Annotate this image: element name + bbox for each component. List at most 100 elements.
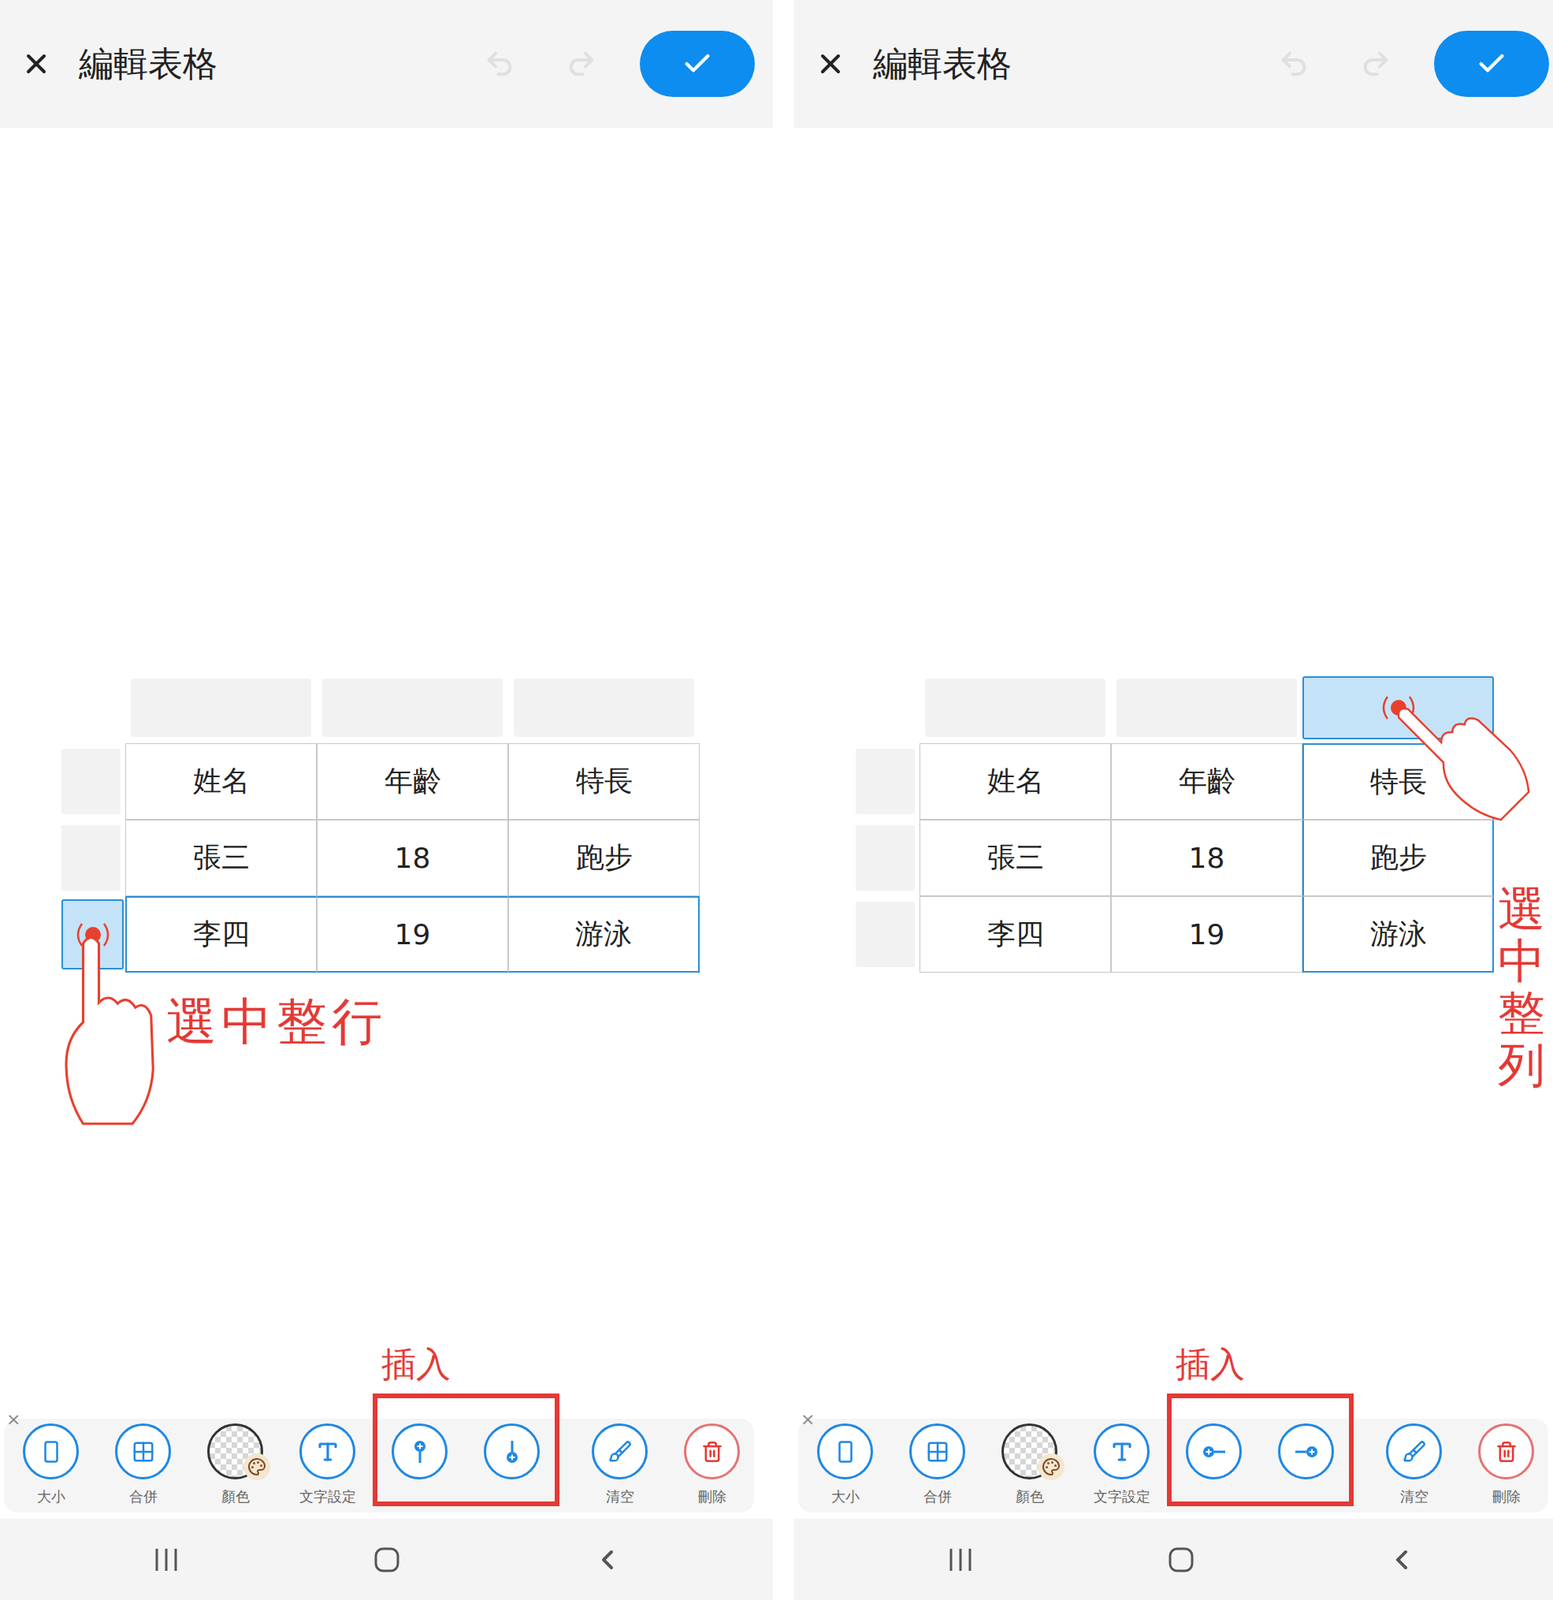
- clear-button[interactable]: 清空: [573, 1418, 666, 1506]
- table-cell[interactable]: 李四: [125, 895, 317, 973]
- tool-label: 刪除: [698, 1486, 727, 1506]
- row-handle[interactable]: [855, 748, 915, 814]
- tool-circle: [1001, 1422, 1058, 1479]
- merge-icon: [925, 1439, 950, 1464]
- table-cell[interactable]: 跑步: [508, 819, 700, 896]
- table-editor: 姓名年齡特長張三18跑步李四19游泳: [855, 678, 1494, 973]
- color-button[interactable]: 顏色: [983, 1418, 1076, 1506]
- size-button[interactable]: 大小: [4, 1418, 97, 1506]
- table-cell[interactable]: 游泳: [508, 895, 700, 973]
- back-button[interactable]: [497, 1543, 718, 1576]
- recent-apps-icon: [947, 1546, 974, 1572]
- table-cell[interactable]: 19: [316, 895, 509, 973]
- insert-right-button[interactable]: [1259, 1418, 1353, 1505]
- undo-button[interactable]: [475, 40, 524, 88]
- table-cell[interactable]: 特長: [508, 743, 700, 820]
- tool-circle: [1093, 1422, 1150, 1479]
- clear-icon: [1402, 1439, 1427, 1464]
- text-settings-icon: [1110, 1439, 1134, 1464]
- row-handle[interactable]: [855, 824, 915, 891]
- redo-button[interactable]: [557, 40, 606, 88]
- table-cell[interactable]: 年齡: [316, 743, 509, 820]
- table-editor: 姓名年齡特長張三18跑步李四19游泳: [61, 678, 700, 973]
- color-button[interactable]: 顏色: [189, 1418, 282, 1506]
- row-handle[interactable]: [61, 748, 121, 814]
- merge-button[interactable]: 合併: [891, 1418, 984, 1506]
- home-button[interactable]: [1070, 1545, 1292, 1573]
- close-icon[interactable]: [20, 48, 53, 80]
- clear-button[interactable]: 清空: [1367, 1418, 1461, 1506]
- confirm-button[interactable]: [1434, 30, 1550, 97]
- insert-below-button[interactable]: [465, 1418, 558, 1505]
- undo-button[interactable]: [1270, 40, 1318, 88]
- tool-label: 文字設定: [299, 1486, 357, 1506]
- toolbar-area: ×大小合併顏色文字設定插入清空刪除: [0, 1418, 773, 1519]
- delete-icon: [1495, 1440, 1518, 1463]
- column-handle[interactable]: [513, 678, 695, 737]
- toolbar-area: ×大小合併顏色文字設定插入清空刪除: [794, 1418, 1553, 1519]
- tool-label: 大小: [37, 1486, 66, 1506]
- table-cell[interactable]: 18: [1110, 819, 1303, 896]
- tool-circle: [115, 1422, 171, 1479]
- back-button[interactable]: [1291, 1543, 1513, 1576]
- table-cell[interactable]: 游泳: [1302, 895, 1494, 973]
- tool-label: 合併: [129, 1486, 158, 1506]
- text-button[interactable]: 文字設定: [1075, 1418, 1168, 1506]
- table-cell[interactable]: 年齡: [1110, 743, 1303, 820]
- insert-annotation: 插入: [1175, 1341, 1245, 1388]
- table-cell[interactable]: 18: [316, 819, 509, 896]
- merge-button[interactable]: 合併: [96, 1418, 190, 1506]
- recent-apps-button[interactable]: [55, 1546, 277, 1572]
- tool-circle: [299, 1422, 356, 1479]
- size-button[interactable]: 大小: [798, 1418, 892, 1506]
- column-handle[interactable]: [1116, 678, 1297, 737]
- insert-above-button[interactable]: [373, 1418, 466, 1505]
- home-icon: [373, 1545, 401, 1573]
- delete-button[interactable]: 刪除: [1460, 1418, 1553, 1506]
- home-button[interactable]: [276, 1545, 498, 1573]
- redo-button[interactable]: [1352, 40, 1400, 88]
- toolbar: ×大小合併顏色文字設定插入清空刪除: [798, 1418, 1548, 1511]
- header-bar: 編輯表格: [0, 0, 773, 128]
- table-cell[interactable]: 19: [1110, 895, 1303, 973]
- tool-label: 清空: [605, 1486, 635, 1506]
- delete-button[interactable]: 刪除: [665, 1418, 758, 1506]
- table-cell[interactable]: 姓名: [125, 743, 317, 820]
- insert-left-button[interactable]: [1167, 1418, 1260, 1505]
- phone-screen: 編輯表格姓名年齡特長張三18跑步李四19游泳×大小合併顏色文字設定插入清空刪除選…: [794, 0, 1553, 1600]
- corner: [855, 678, 920, 744]
- tutorial-composite: 編輯表格姓名年齡特長張三18跑步李四19游泳×大小合併顏色文字設定插入清空刪除選…: [0, 0, 1553, 1600]
- row-handle[interactable]: [61, 824, 121, 891]
- row-handle[interactable]: [855, 901, 915, 967]
- table-cell[interactable]: 姓名: [919, 743, 1111, 820]
- toolbar-close-button[interactable]: ×: [800, 1410, 815, 1428]
- toolbar-close-button[interactable]: ×: [6, 1410, 21, 1428]
- table-cell[interactable]: 張三: [919, 819, 1111, 896]
- insert-annotation: 插入: [381, 1341, 451, 1388]
- text-button[interactable]: 文字設定: [281, 1418, 374, 1506]
- table-cell[interactable]: 張三: [125, 819, 317, 896]
- recent-apps-button[interactable]: [850, 1546, 1071, 1572]
- tool-circle: [1478, 1422, 1535, 1479]
- confirm-button[interactable]: [639, 30, 755, 97]
- close-icon[interactable]: [814, 48, 847, 80]
- redo-icon: [1359, 48, 1392, 80]
- back-icon: [1385, 1543, 1418, 1576]
- home-icon: [1167, 1545, 1195, 1573]
- column-handle[interactable]: [130, 678, 312, 737]
- insert-group: 插入: [373, 1418, 558, 1505]
- tool-label: 顏色: [221, 1486, 250, 1506]
- size-icon: [833, 1439, 858, 1464]
- column-handle[interactable]: [925, 678, 1106, 737]
- table-cell[interactable]: 李四: [919, 895, 1111, 973]
- tool-circle: [683, 1422, 740, 1479]
- tool-label: 清空: [1400, 1486, 1429, 1506]
- table-cell[interactable]: 跑步: [1302, 819, 1494, 896]
- column-handle[interactable]: [322, 678, 503, 737]
- check-icon: [681, 48, 714, 80]
- highlight-box: [1166, 1393, 1354, 1506]
- palette-icon: [1037, 1452, 1065, 1480]
- clear-icon: [608, 1439, 632, 1464]
- tool-circle: [22, 1422, 79, 1479]
- pointing-hand-icon: [61, 931, 160, 1129]
